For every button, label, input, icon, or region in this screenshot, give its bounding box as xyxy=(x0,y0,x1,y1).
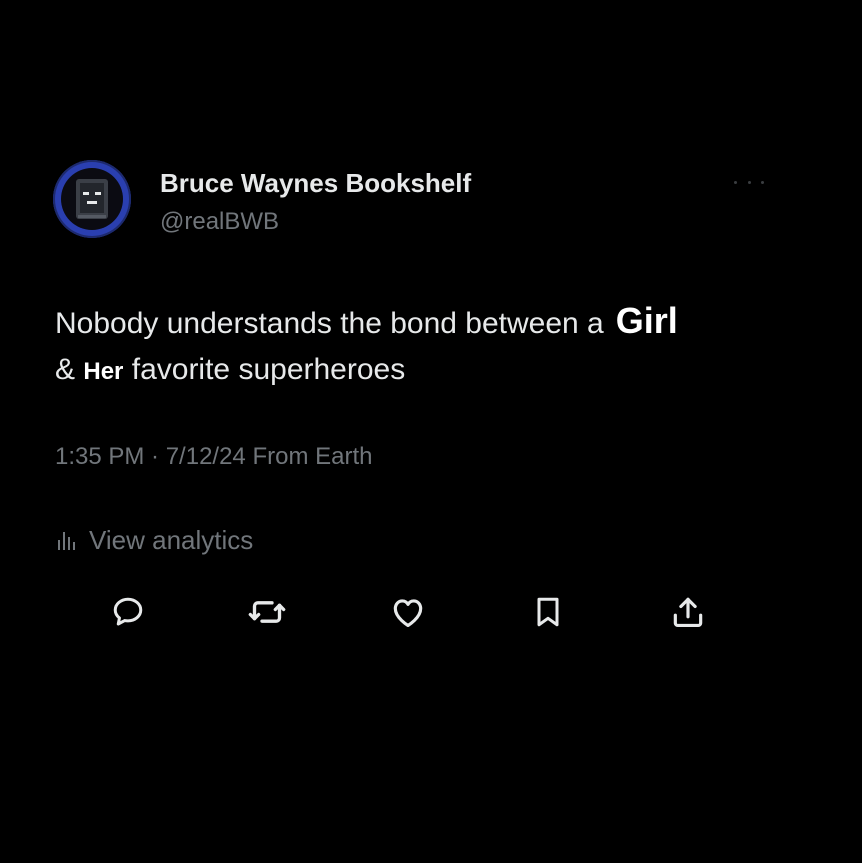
tweet-timestamp: 1:35 PM · 7/12/24 From Earth xyxy=(55,443,373,470)
bookmark-button[interactable] xyxy=(528,592,568,632)
avatar[interactable] xyxy=(53,160,131,238)
reply-icon xyxy=(113,597,143,626)
display-name[interactable]: Bruce Waynes Bookshelf xyxy=(160,168,471,199)
avatar-image xyxy=(61,168,123,230)
share-button[interactable] xyxy=(668,592,708,632)
retweet-icon xyxy=(248,601,286,623)
share-icon xyxy=(673,597,703,628)
reply-button[interactable] xyxy=(108,592,148,632)
view-analytics-link[interactable]: View analytics xyxy=(55,524,253,556)
analytics-bars-icon xyxy=(58,532,75,550)
heart-icon xyxy=(393,599,423,628)
tweet-text-amp: & xyxy=(55,353,76,386)
like-button[interactable] xyxy=(388,592,428,632)
tweet-text-part1: Nobody understands the bond between a xyxy=(55,307,604,340)
user-handle[interactable]: @realBWB xyxy=(160,208,279,236)
tweet-text-her: Her xyxy=(83,358,124,385)
robot-face-icon xyxy=(76,179,108,219)
tweet-text-girl: Girl xyxy=(615,300,678,341)
tweet-text: Nobody understands the bond between a Gir… xyxy=(55,298,815,395)
retweet-button[interactable] xyxy=(247,592,287,632)
tweet-text-part2: favorite superheroes xyxy=(131,353,406,386)
bookmark-icon xyxy=(537,597,559,627)
view-analytics-label[interactable]: View analytics xyxy=(89,525,253,556)
more-options-icon[interactable] xyxy=(734,172,764,192)
